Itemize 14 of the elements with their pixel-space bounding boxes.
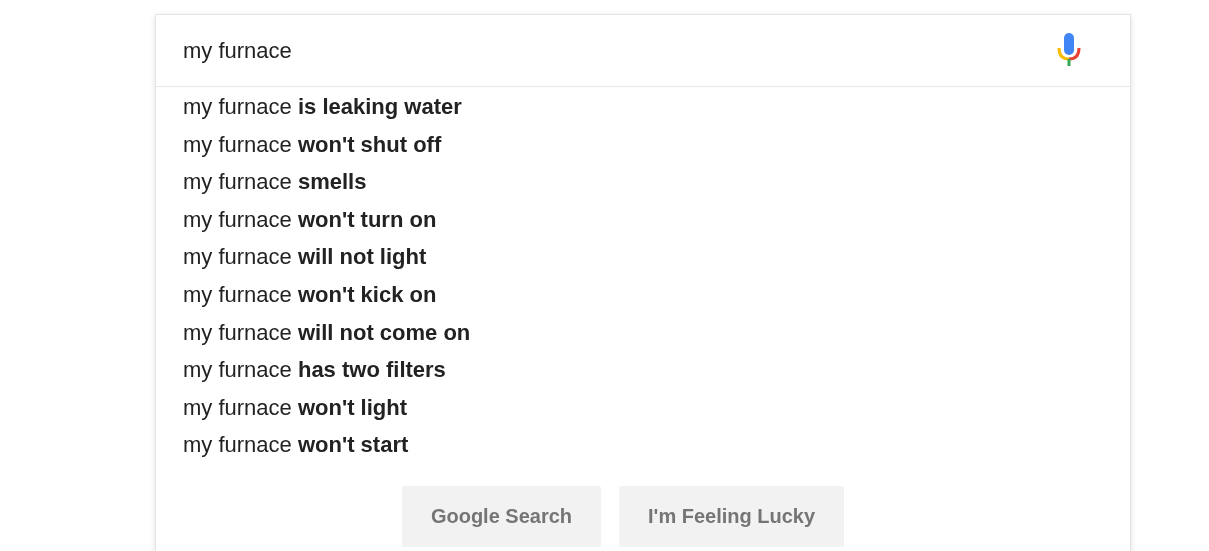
suggestion-item[interactable]: my furnace will not light: [183, 238, 427, 276]
suggestion-item[interactable]: my furnace has two filters: [183, 351, 446, 389]
suggestion-item[interactable]: my furnace is leaking water: [183, 88, 462, 126]
suggestion-item[interactable]: my furnace won't kick on: [183, 275, 437, 314]
search-button[interactable]: Google Search: [401, 485, 602, 547]
search-field[interactable]: my furnace: [183, 34, 1056, 67]
microphone-icon[interactable]: [1056, 32, 1082, 69]
suggestion-item[interactable]: my furnace will not come on: [183, 313, 471, 352]
search-button[interactable]: I'm Feeling Lucky: [619, 485, 845, 547]
suggestion-item[interactable]: my furnace won't light: [183, 388, 408, 427]
suggestion-item[interactable]: my furnace won't start: [183, 426, 409, 464]
suggestion-item[interactable]: my furnace won't shut off: [183, 125, 442, 164]
suggestion-item[interactable]: my furnace won't turn on: [183, 200, 437, 239]
suggestion-item[interactable]: my furnace smells: [183, 163, 367, 201]
